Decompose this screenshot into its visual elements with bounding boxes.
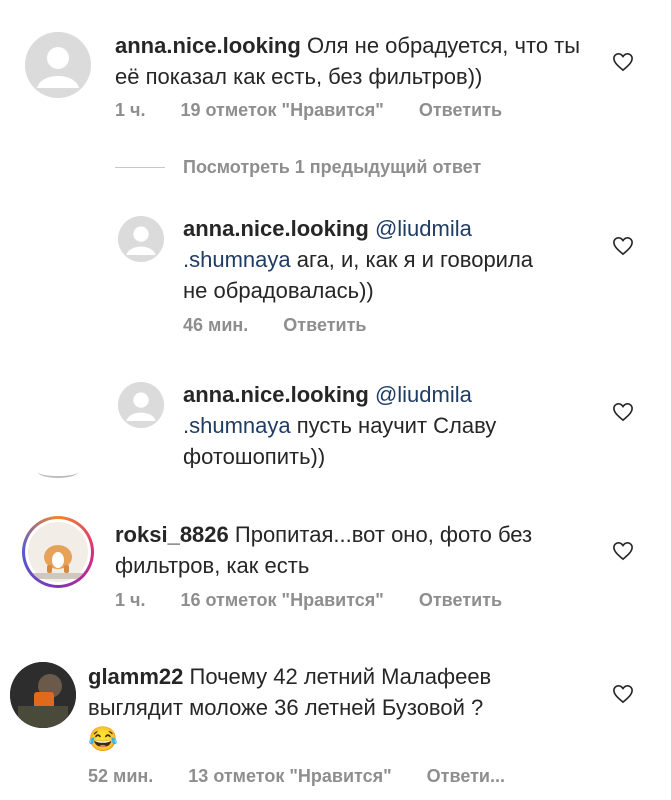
comment-likes[interactable]: 16 отметок "Нравится" [180, 590, 383, 610]
reply-body-cont: не обрадовалась)) [183, 278, 374, 303]
reply-meta: 46 мин. Ответить [183, 315, 396, 336]
heart-outline-icon[interactable] [612, 684, 634, 704]
reply-clipped-container: anna.nice.looking @liudmila .shumnaya пу… [0, 370, 671, 468]
heart-outline-icon[interactable] [612, 541, 634, 561]
reply-body: пусть научит Славу [290, 413, 497, 438]
mention-link[interactable]: .shumnaya [183, 247, 291, 272]
view-replies-line [115, 167, 165, 168]
comment-meta: 1 ч. 19 отметок "Нравится" Ответить [115, 100, 532, 121]
default-avatar-icon [25, 32, 91, 98]
view-replies-button[interactable]: Посмотреть 1 предыдущий ответ [183, 157, 481, 178]
avatar[interactable] [118, 382, 164, 428]
reply-username[interactable]: anna.nice.looking [183, 216, 369, 241]
comment-likes[interactable]: 19 отметок "Нравится" [180, 100, 383, 120]
avatar[interactable] [10, 662, 76, 728]
avatar[interactable] [118, 216, 164, 262]
heart-outline-icon[interactable] [612, 52, 634, 72]
corgi-avatar-icon [28, 522, 88, 582]
reply-time: 46 мин. [183, 315, 249, 335]
comment-likes[interactable]: 13 отметок "Нравится" [188, 766, 391, 786]
comment-text: roksi_8826 Пропитая...вот оно, фото без … [115, 519, 585, 581]
reply-button[interactable]: Ответить [419, 590, 502, 610]
comment-username[interactable]: roksi_8826 [115, 522, 229, 547]
mention-link[interactable]: .shumnaya [183, 413, 291, 438]
laughing-emoji: 😂 [88, 726, 118, 753]
reply-body-cont: фотошопить)) [183, 444, 326, 468]
default-avatar-icon [118, 382, 164, 428]
comment-username[interactable]: glamm22 [88, 664, 183, 689]
comment-username[interactable]: anna.nice.looking [115, 33, 301, 58]
reply-username[interactable]: anna.nice.looking [183, 382, 369, 407]
heart-outline-icon[interactable] [612, 236, 634, 256]
comment-text: anna.nice.looking Оля не обрадуется, что… [115, 30, 585, 92]
comment-time: 1 ч. [115, 100, 146, 120]
avatar[interactable] [25, 32, 91, 98]
reply-button[interactable]: Ответить [283, 315, 366, 335]
comment-text: glamm22 Почему 42 летний Малафеев выгляд… [88, 661, 588, 723]
mention-link[interactable]: @liudmila [375, 216, 472, 241]
mention-link[interactable]: @liudmila [375, 382, 472, 407]
reply-button[interactable]: Ответить [419, 100, 502, 120]
comment-meta: 1 ч. 16 отметок "Нравится" Ответить [115, 590, 532, 611]
overlap-artifact [38, 466, 78, 478]
comment-meta: 52 мин. 13 отметок "Нравится" Ответи... [88, 766, 505, 787]
comment-time: 52 мин. [88, 766, 154, 786]
heart-outline-icon[interactable] [612, 402, 634, 422]
comment-time: 1 ч. [115, 590, 146, 610]
reply-button[interactable]: Ответи... [427, 766, 505, 786]
reply-body: ага, и, как я и говорила [290, 247, 534, 272]
avatar[interactable] [25, 519, 91, 585]
default-avatar-icon [118, 216, 164, 262]
photo-avatar-icon [10, 662, 76, 728]
reply-text: anna.nice.looking @liudmila .shumnaya пу… [183, 379, 593, 468]
reply-text: anna.nice.looking @liudmila .shumnaya аг… [183, 213, 593, 306]
